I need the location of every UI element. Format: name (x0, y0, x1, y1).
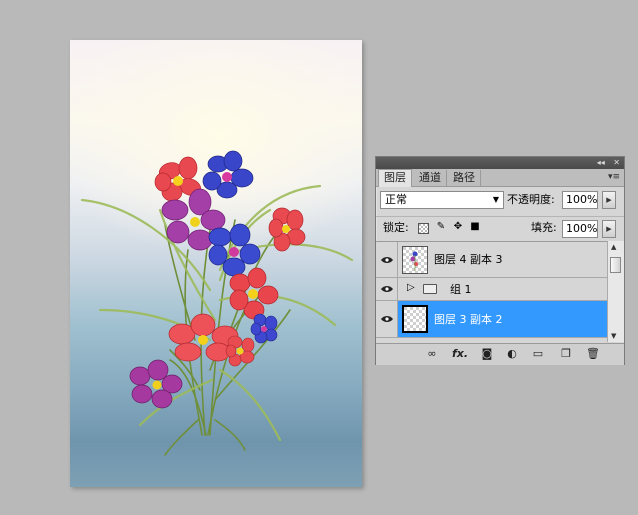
new-group-icon[interactable]: ▭ (531, 348, 545, 360)
visibility-toggle[interactable] (376, 242, 398, 277)
layers-scrollbar[interactable]: ▲ ▼ (607, 241, 624, 342)
adjustment-icon[interactable]: ◐ (505, 348, 519, 360)
layer-row-selected[interactable]: 图层 3 副本 2 (376, 301, 608, 338)
new-layer-icon[interactable]: ❐ (559, 348, 573, 360)
visibility-toggle[interactable] (376, 301, 398, 337)
scroll-down-icon[interactable]: ▼ (611, 332, 616, 340)
eye-icon (380, 286, 393, 292)
lock-all-icon[interactable]: ■ (469, 221, 481, 233)
blend-row: 正常 ▼ 不透明度: 100% ▶ (376, 188, 624, 214)
group-name: 组 1 (450, 283, 472, 296)
layer-name: 图层 4 副本 3 (434, 253, 503, 266)
tab-layers[interactable]: 图层 (378, 169, 412, 187)
fill-slider-button[interactable]: ▶ (602, 220, 616, 238)
layer-group-row[interactable]: ▷ 组 1 (376, 278, 608, 301)
lock-brush-icon[interactable]: ✎ (435, 221, 447, 233)
trash-icon[interactable]: 🗑 (586, 348, 600, 360)
layers-list: 图层 4 副本 3 ▷ 组 1 图层 3 副本 2 (376, 241, 624, 343)
blend-mode-value: 正常 (385, 193, 407, 206)
fx-icon[interactable]: fx. (451, 348, 469, 360)
collapse-icon[interactable]: ◂◂ (597, 158, 605, 167)
link-icon[interactable]: ∞ (424, 348, 440, 360)
chevron-down-icon: ▼ (492, 195, 499, 204)
blend-mode-select[interactable]: 正常 ▼ (380, 191, 504, 209)
layer-row[interactable]: 图层 4 副本 3 (376, 242, 608, 278)
expand-triangle-icon[interactable]: ▷ (407, 282, 415, 293)
panel-titlebar[interactable]: ◂◂ ✕ (376, 157, 624, 169)
panel-tabs: 图层 通道 路径 ▾≡ (376, 169, 624, 187)
layer-name: 图层 3 副本 2 (434, 313, 503, 326)
eye-icon (380, 316, 393, 322)
opacity-slider-button[interactable]: ▶ (602, 191, 616, 209)
fill-input[interactable]: 100% (562, 220, 598, 238)
opacity-input[interactable]: 100% (562, 191, 598, 209)
mask-icon[interactable]: ◙ (480, 348, 494, 360)
lock-label: 锁定: (383, 221, 409, 234)
layer-thumbnail (402, 305, 428, 333)
panel-menu-icon[interactable]: ▾≡ (608, 171, 620, 183)
lock-row: 锁定: ✎ ✥ ■ 填充: 100% ▶ (376, 216, 624, 241)
folder-icon (423, 284, 437, 294)
layer-thumbnail (402, 246, 428, 274)
close-icon[interactable]: ✕ (613, 158, 620, 167)
scroll-up-icon[interactable]: ▲ (611, 243, 616, 251)
lock-move-icon[interactable]: ✥ (452, 221, 464, 233)
panel-bottom-bar: ∞ fx. ◙ ◐ ▭ ❐ 🗑 (376, 343, 624, 365)
document-canvas[interactable] (70, 40, 362, 487)
visibility-toggle[interactable] (376, 278, 398, 300)
flower-artwork (80, 150, 354, 456)
eye-icon (380, 256, 393, 263)
tab-paths[interactable]: 路径 (448, 170, 481, 186)
scroll-thumb[interactable] (610, 257, 621, 273)
lock-transparency-icon[interactable] (418, 223, 429, 234)
opacity-label: 不透明度: (507, 193, 555, 206)
tab-channels[interactable]: 通道 (414, 170, 447, 186)
layers-panel: ◂◂ ✕ 图层 通道 路径 ▾≡ 正常 ▼ 不透明度: 100% ▶ 锁定: ✎… (375, 156, 625, 365)
fill-label: 填充: (531, 221, 557, 234)
